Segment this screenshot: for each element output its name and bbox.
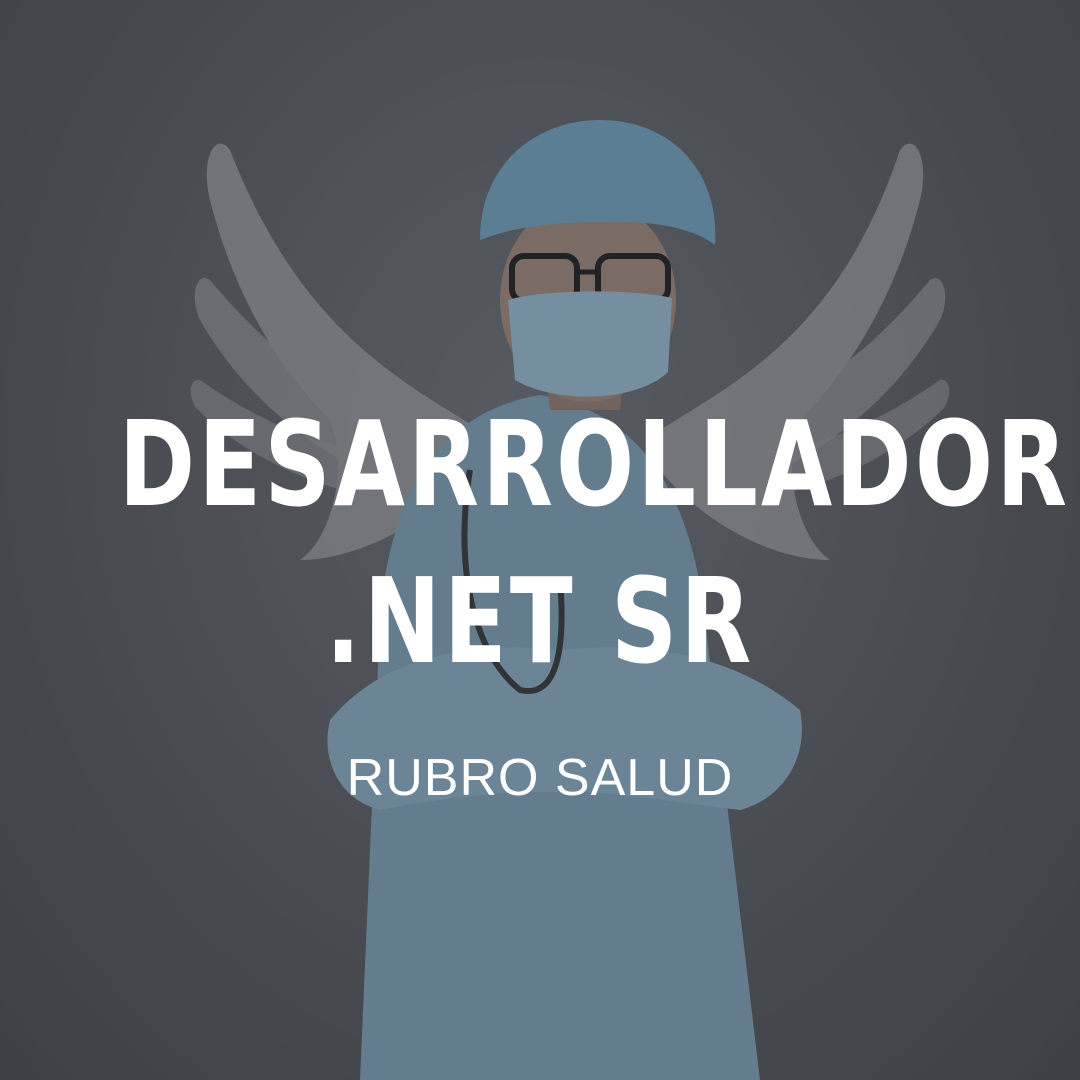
headline-line-2: .NET SR <box>325 552 755 690</box>
subtitle: RUBRO SALUD <box>346 749 734 807</box>
headline-line-1: DESARROLLADOR <box>118 395 1071 533</box>
dark-overlay <box>0 0 1080 1080</box>
poster-canvas: DESARROLLADOR .NET SR RUBRO SALUD <box>0 0 1080 1080</box>
